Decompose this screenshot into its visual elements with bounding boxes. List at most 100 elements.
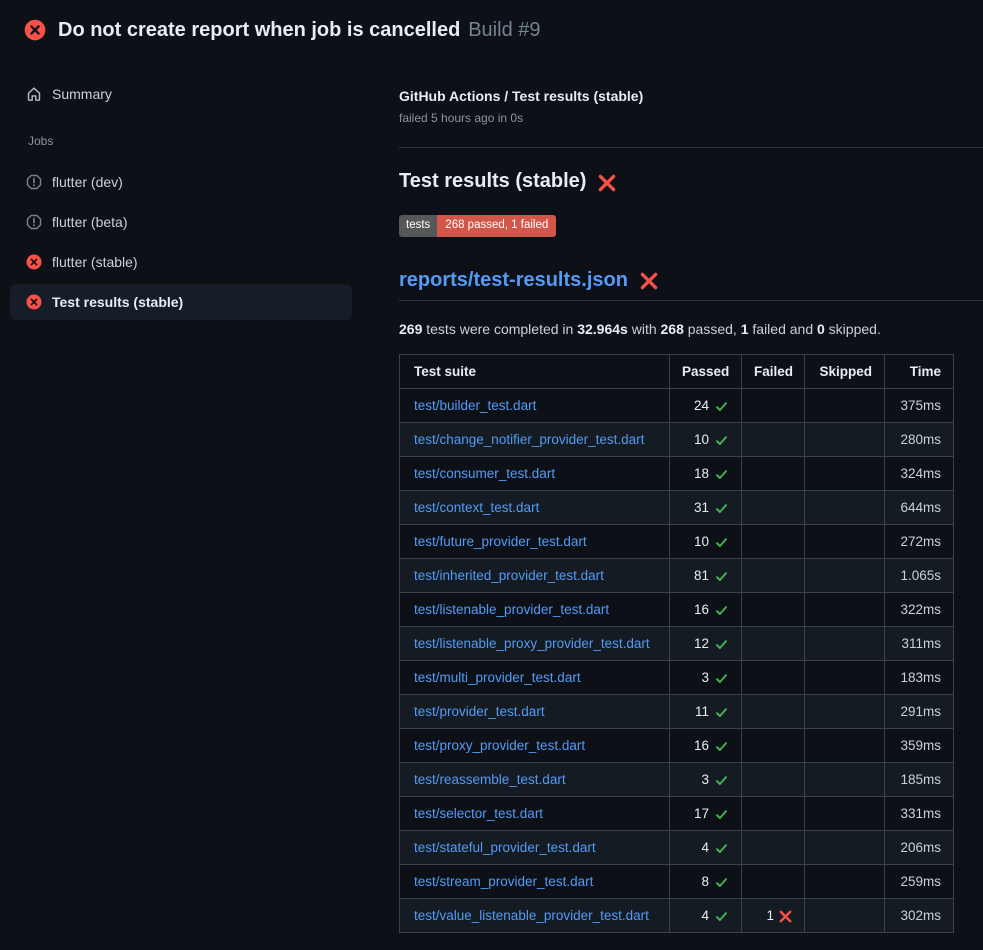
failed-cell <box>742 626 805 660</box>
section-title: Test results (stable) <box>399 170 586 193</box>
failed-cell <box>742 558 805 592</box>
sidebar-item-summary[interactable]: Summary <box>10 76 352 112</box>
sidebar-job-label: flutter (dev) <box>52 174 123 190</box>
time-cell: 302ms <box>885 898 954 932</box>
test-suite-link[interactable]: test/inherited_provider_test.dart <box>414 568 604 583</box>
failed-cell <box>742 830 805 864</box>
skipped-cell <box>805 694 885 728</box>
column-header-test-suite: Test suite <box>400 354 670 388</box>
test-suite-link[interactable]: test/consumer_test.dart <box>414 466 555 481</box>
passed-cell: 10 <box>670 524 742 558</box>
column-header-skipped: Skipped <box>805 354 885 388</box>
test-suite-link[interactable]: test/multi_provider_test.dart <box>414 670 581 685</box>
table-row: test/listenable_proxy_provider_test.dart… <box>400 626 954 660</box>
sidebar-job-item-2[interactable]: flutter (beta) <box>10 204 352 240</box>
table-row: test/context_test.dart 31 644ms <box>400 490 954 524</box>
time-cell: 311ms <box>885 626 954 660</box>
skipped-cell <box>805 456 885 490</box>
sidebar-job-item-1[interactable]: flutter (dev) <box>10 164 352 200</box>
check-icon <box>714 875 729 890</box>
skipped-cell <box>805 558 885 592</box>
jobs-list: flutter (dev) flutter (beta) flutter (st… <box>0 164 399 320</box>
test-suite-link[interactable]: test/provider_test.dart <box>414 704 545 719</box>
skipped-cell <box>805 490 885 524</box>
passed-cell: 24 <box>670 388 742 422</box>
skipped-cell <box>805 660 885 694</box>
check-icon <box>714 433 729 448</box>
time-cell: 1.065s <box>885 558 954 592</box>
sidebar-job-label: flutter (beta) <box>52 214 127 230</box>
passed-cell: 11 <box>670 694 742 728</box>
test-suite-link[interactable]: test/reassemble_test.dart <box>414 772 566 787</box>
check-icon <box>714 773 729 788</box>
skipped-cell <box>805 728 885 762</box>
failed-cell <box>742 762 805 796</box>
failed-cell <box>742 456 805 490</box>
passed-cell: 10 <box>670 422 742 456</box>
table-row: test/future_provider_test.dart 10 272ms <box>400 524 954 558</box>
time-cell: 359ms <box>885 728 954 762</box>
check-icon <box>714 569 729 584</box>
table-row: test/change_notifier_provider_test.dart … <box>400 422 954 456</box>
check-icon <box>714 603 729 618</box>
failed-cell: 1 <box>742 898 805 932</box>
table-row: test/selector_test.dart 17 331ms <box>400 796 954 830</box>
test-suite-link[interactable]: test/stream_provider_test.dart <box>414 874 593 889</box>
home-icon <box>26 86 42 102</box>
table-row: test/listenable_provider_test.dart 16 32… <box>400 592 954 626</box>
run-status-line: failed 5 hours ago in 0s <box>399 111 983 125</box>
table-header-row: Test suite Passed Failed Skipped Time <box>400 354 954 388</box>
table-row: test/inherited_provider_test.dart 81 1.0… <box>400 558 954 592</box>
failed-cell <box>742 490 805 524</box>
test-suite-link[interactable]: test/change_notifier_provider_test.dart <box>414 432 644 447</box>
sidebar-job-label: flutter (stable) <box>52 254 138 270</box>
sidebar-job-item-4[interactable]: Test results (stable) <box>10 284 352 320</box>
test-suite-link[interactable]: test/value_listenable_provider_test.dart <box>414 908 649 923</box>
test-suite-link[interactable]: test/listenable_provider_test.dart <box>414 602 609 617</box>
sidebar: Summary Jobs flutter (dev) flutter (beta… <box>0 56 399 324</box>
test-suite-link[interactable]: test/stateful_provider_test.dart <box>414 840 596 855</box>
check-icon <box>714 399 729 414</box>
table-row: test/consumer_test.dart 18 324ms <box>400 456 954 490</box>
passed-cell: 18 <box>670 456 742 490</box>
failed-circle-icon <box>26 254 42 270</box>
check-icon <box>714 739 729 754</box>
sidebar-summary-label: Summary <box>52 86 112 102</box>
passed-cell: 17 <box>670 796 742 830</box>
failed-cell <box>742 592 805 626</box>
breadcrumb: GitHub Actions / Test results (stable) <box>399 88 983 104</box>
test-results-table: Test suite Passed Failed Skipped Time te… <box>399 354 954 933</box>
skipped-cell <box>805 422 885 456</box>
table-row: test/stateful_provider_test.dart 4 206ms <box>400 830 954 864</box>
passed-cell: 81 <box>670 558 742 592</box>
test-suite-link[interactable]: test/future_provider_test.dart <box>414 534 587 549</box>
skipped-cell <box>805 524 885 558</box>
failed-cell <box>742 694 805 728</box>
passed-cell: 12 <box>670 626 742 660</box>
test-suite-link[interactable]: test/builder_test.dart <box>414 398 536 413</box>
check-icon <box>714 467 729 482</box>
time-cell: 324ms <box>885 456 954 490</box>
passed-cell: 16 <box>670 592 742 626</box>
check-icon <box>714 671 729 686</box>
check-icon <box>714 807 729 822</box>
test-suite-link[interactable]: test/listenable_proxy_provider_test.dart <box>414 636 650 651</box>
time-cell: 185ms <box>885 762 954 796</box>
table-row: test/multi_provider_test.dart 3 183ms <box>400 660 954 694</box>
time-cell: 259ms <box>885 864 954 898</box>
test-suite-link[interactable]: test/selector_test.dart <box>414 806 543 821</box>
report-file-link[interactable]: reports/test-results.json <box>399 269 628 292</box>
table-row: test/stream_provider_test.dart 8 259ms <box>400 864 954 898</box>
skipped-cell <box>805 592 885 626</box>
failed-cell <box>742 422 805 456</box>
sidebar-job-item-3[interactable]: flutter (stable) <box>10 244 352 280</box>
skipped-cell <box>805 830 885 864</box>
table-row: test/proxy_provider_test.dart 16 359ms <box>400 728 954 762</box>
table-row: test/builder_test.dart 24 375ms <box>400 388 954 422</box>
badge-value: 268 passed, 1 failed <box>437 215 556 237</box>
test-suite-link[interactable]: test/context_test.dart <box>414 500 539 515</box>
results-table-body: test/builder_test.dart 24 375ms test/cha… <box>400 388 954 932</box>
test-suite-link[interactable]: test/proxy_provider_test.dart <box>414 738 585 753</box>
build-header: Do not create report when job is cancell… <box>0 0 983 56</box>
failed-cell <box>742 796 805 830</box>
